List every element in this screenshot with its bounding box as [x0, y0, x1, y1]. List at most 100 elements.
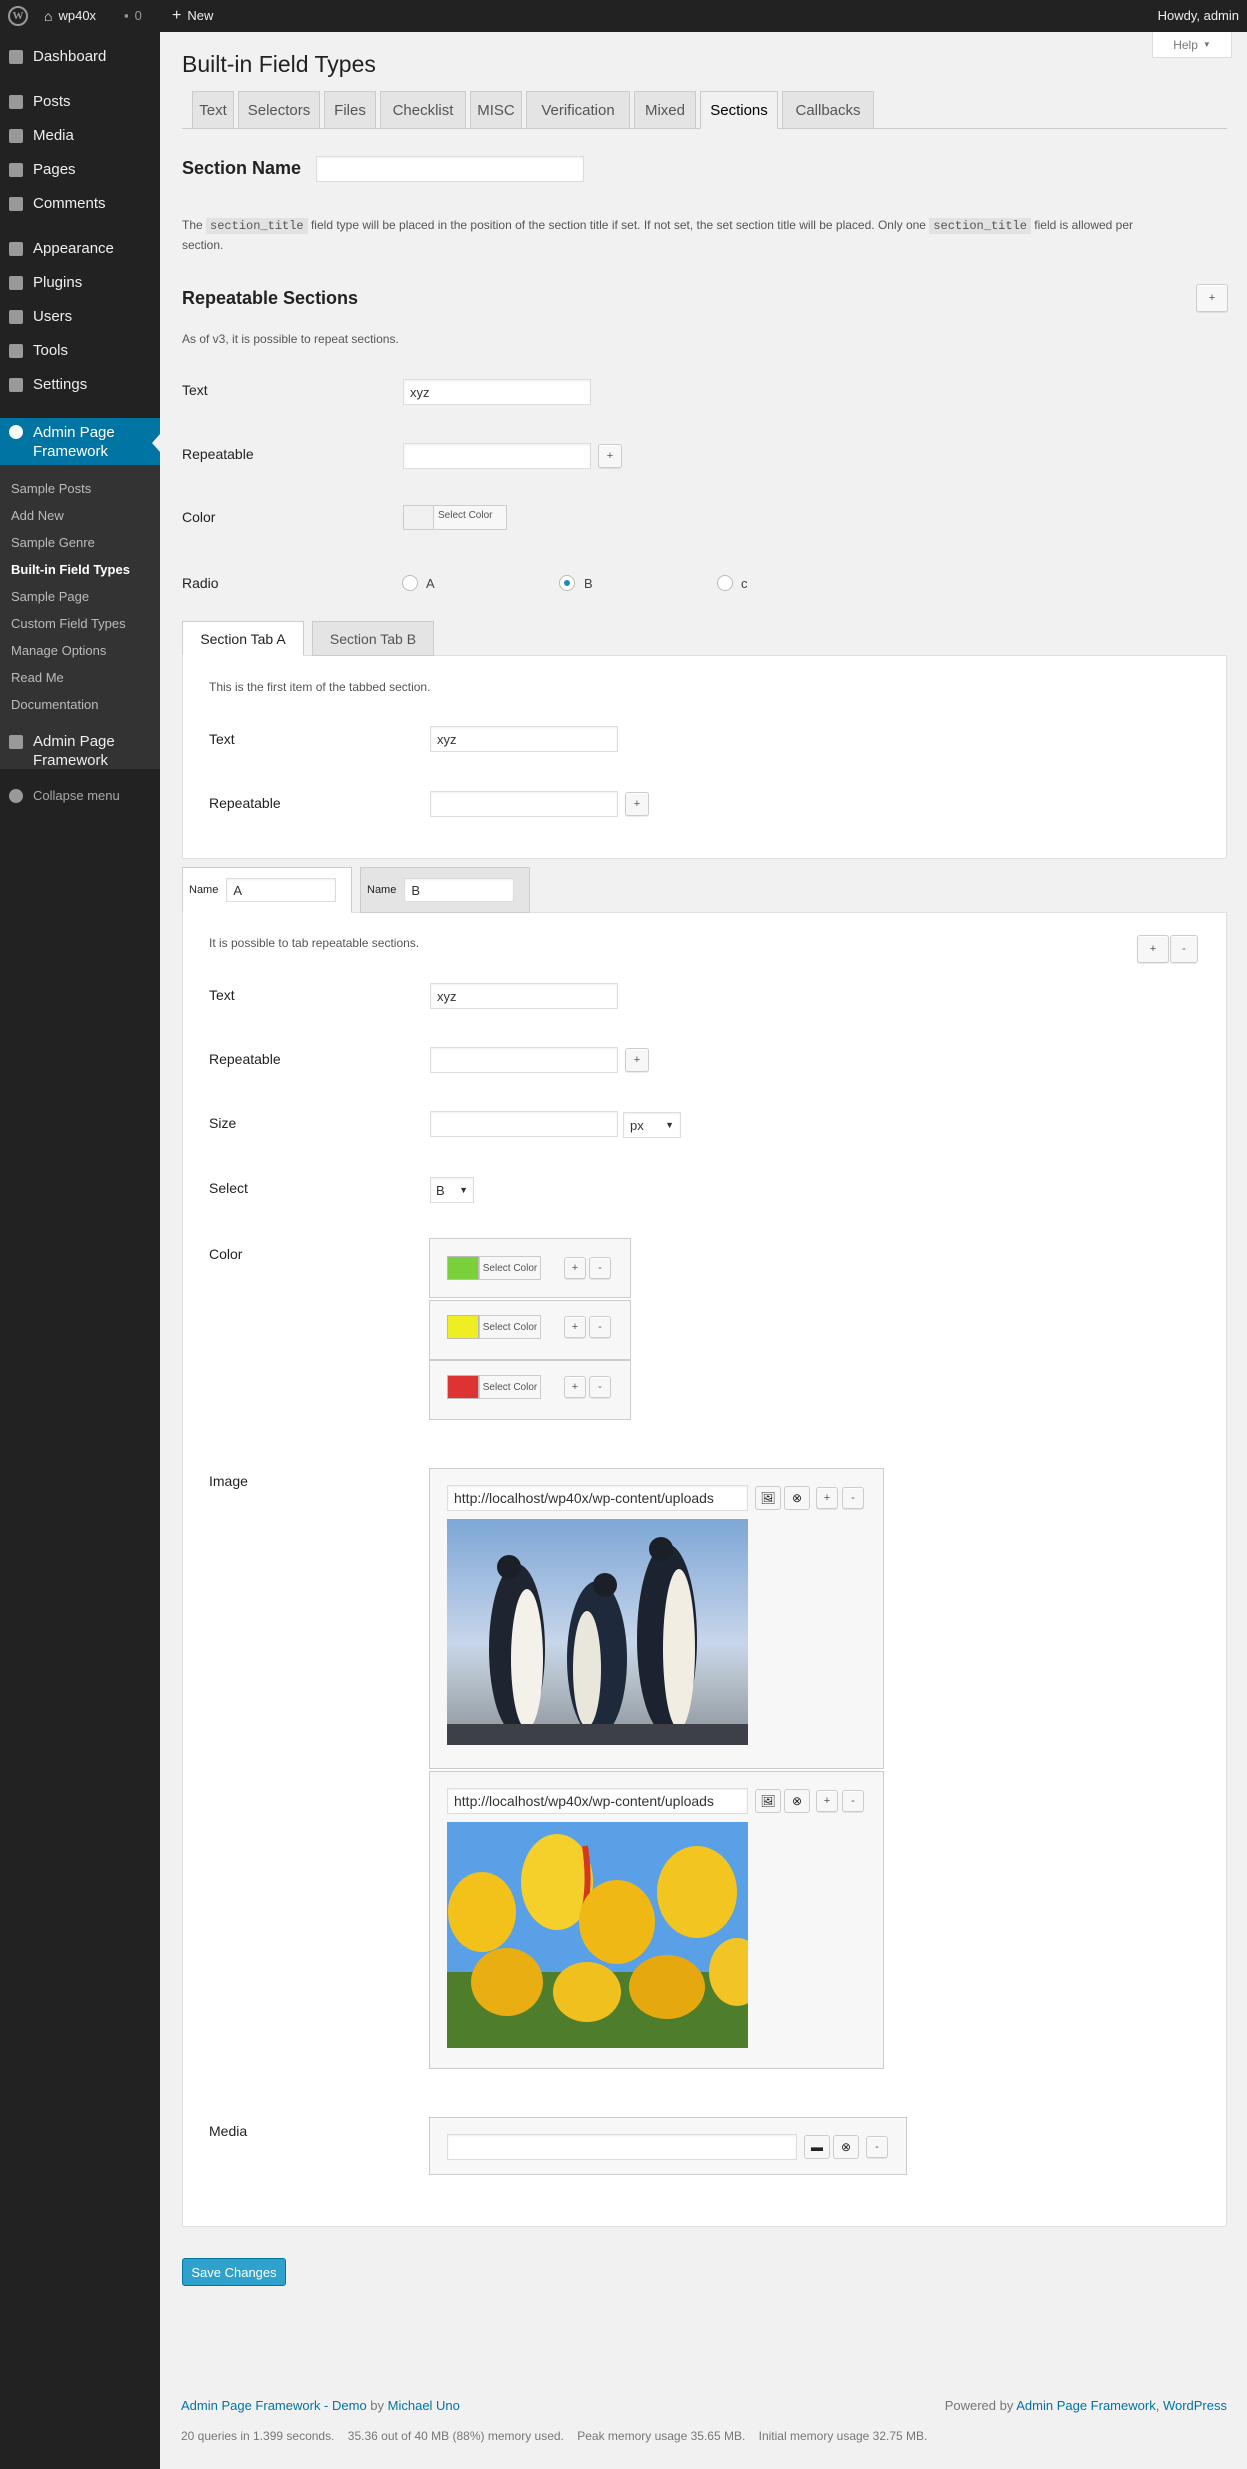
- add-section-button[interactable]: +: [1137, 935, 1169, 963]
- select-dropdown[interactable]: B ▼: [430, 1177, 474, 1203]
- size-unit-select[interactable]: px ▼: [623, 1112, 681, 1138]
- add-color-button[interactable]: +: [564, 1316, 586, 1338]
- remove-media-icon[interactable]: ⊗: [833, 2135, 859, 2159]
- select-color-button[interactable]: Select Color: [479, 1375, 541, 1399]
- submenu-item[interactable]: Sample Genre: [11, 535, 95, 550]
- text-input[interactable]: xyz: [430, 726, 618, 752]
- framework-link[interactable]: Admin Page Framework: [1016, 2398, 1155, 2413]
- comments-link[interactable]: ▪ 0: [124, 0, 142, 32]
- remove-image-button[interactable]: -: [842, 1487, 864, 1509]
- submenu-item[interactable]: Custom Field Types: [11, 616, 126, 631]
- submenu-item[interactable]: Sample Page: [11, 589, 89, 604]
- submenu-item-current[interactable]: Built-in Field Types: [11, 562, 130, 577]
- sidebar-item-posts[interactable]: Posts: [0, 93, 160, 110]
- color-swatch[interactable]: [447, 1315, 479, 1339]
- text-input[interactable]: xyz: [430, 983, 618, 1009]
- image-picker-icon[interactable]: 🖼: [755, 1789, 781, 1813]
- image-picker-icon[interactable]: 🖼: [755, 1486, 781, 1510]
- sidebar-item-plugins[interactable]: Plugins: [0, 274, 160, 291]
- add-section-button[interactable]: +: [1196, 284, 1228, 312]
- remove-color-button[interactable]: -: [589, 1257, 611, 1279]
- tab-misc[interactable]: MISC: [470, 91, 522, 129]
- color-picker-row: Select Color + -: [429, 1300, 631, 1360]
- tab-mixed[interactable]: Mixed: [634, 91, 696, 129]
- tab-sections[interactable]: Sections: [700, 91, 778, 129]
- section-name-input[interactable]: B: [404, 878, 515, 902]
- remove-section-button[interactable]: -: [1170, 935, 1198, 963]
- sidebar-item-media[interactable]: Media: [0, 127, 160, 144]
- remove-color-button[interactable]: -: [589, 1376, 611, 1398]
- media-url-input[interactable]: [447, 2134, 797, 2160]
- select-color-button[interactable]: Select Color: [479, 1256, 541, 1280]
- add-color-button[interactable]: +: [564, 1257, 586, 1279]
- remove-media-button[interactable]: -: [866, 2136, 888, 2158]
- folder-open-icon[interactable]: ▬: [804, 2135, 830, 2159]
- remove-color-button[interactable]: -: [589, 1316, 611, 1338]
- radio-c-label: c: [741, 576, 748, 591]
- add-image-button[interactable]: +: [816, 1790, 838, 1812]
- author-link[interactable]: Michael Uno: [388, 2398, 460, 2413]
- color-picker[interactable]: Select Color: [403, 505, 507, 530]
- save-changes-button[interactable]: Save Changes: [182, 2258, 286, 2286]
- section-tab-a[interactable]: Section Tab A: [182, 621, 304, 656]
- add-field-button[interactable]: +: [625, 792, 649, 816]
- footer-stats: 20 queries in 1.399 seconds. 35.36 out o…: [181, 2429, 928, 2443]
- submenu-item[interactable]: Documentation: [11, 697, 98, 712]
- add-color-button[interactable]: +: [564, 1376, 586, 1398]
- text-input[interactable]: xyz: [403, 379, 591, 405]
- new-content-link[interactable]: + New: [172, 0, 213, 32]
- image-url-input[interactable]: http://localhost/wp40x/wp-content/upload…: [447, 1485, 748, 1511]
- section-tab-b[interactable]: Section Tab B: [312, 621, 434, 656]
- sidebar-item-users[interactable]: Users: [0, 308, 160, 325]
- radio-c[interactable]: [717, 575, 733, 591]
- add-image-button[interactable]: +: [816, 1487, 838, 1509]
- sidebar-item-admin-page-framework-2[interactable]: Admin Page Framework: [0, 732, 160, 772]
- sidebar-item-admin-page-framework[interactable]: Admin Page Framework: [0, 418, 160, 465]
- repeat-tab-a[interactable]: Name A: [182, 867, 352, 913]
- repeat-tab-b[interactable]: Name B: [360, 867, 530, 913]
- remove-image-icon[interactable]: ⊗: [784, 1486, 810, 1510]
- image-url-input[interactable]: http://localhost/wp40x/wp-content/upload…: [447, 1788, 748, 1814]
- sidebar-item-comments[interactable]: Comments: [0, 195, 160, 212]
- sidebar-item-appearance[interactable]: Appearance: [0, 240, 160, 257]
- site-name-link[interactable]: ⌂ wp40x: [44, 0, 96, 32]
- collapse-menu-button[interactable]: Collapse menu: [0, 788, 160, 803]
- howdy-account-link[interactable]: Howdy, admin: [1158, 0, 1239, 32]
- add-field-button[interactable]: +: [598, 444, 622, 468]
- sidebar-item-dashboard[interactable]: Dashboard: [0, 48, 160, 65]
- tab-files[interactable]: Files: [324, 91, 376, 129]
- section-name-input[interactable]: A: [226, 878, 337, 902]
- tab-selectors[interactable]: Selectors: [238, 91, 320, 129]
- section-name-input[interactable]: [316, 156, 584, 182]
- radio-b[interactable]: [559, 575, 575, 591]
- wordpress-link[interactable]: WordPress: [1163, 2398, 1227, 2413]
- color-swatch[interactable]: [447, 1375, 479, 1399]
- tab-checklist[interactable]: Checklist: [380, 91, 466, 129]
- demo-link[interactable]: Admin Page Framework - Demo: [181, 2398, 367, 2413]
- tab-text[interactable]: Text: [192, 91, 234, 129]
- add-field-button[interactable]: +: [625, 1048, 649, 1072]
- sidebar-item-pages[interactable]: Pages: [0, 161, 160, 178]
- repeatable-input[interactable]: [430, 791, 618, 817]
- menu-label-line1: Admin Page: [33, 423, 115, 441]
- repeatable-input[interactable]: [403, 443, 591, 469]
- tab-verification[interactable]: Verification: [526, 91, 630, 129]
- submenu-item[interactable]: Read Me: [11, 670, 64, 685]
- help-button[interactable]: Help ▼: [1152, 32, 1232, 58]
- sidebar-item-settings[interactable]: Settings: [0, 376, 160, 393]
- select-color-button[interactable]: Select Color: [479, 1315, 541, 1339]
- submenu-item[interactable]: Add New: [11, 508, 64, 523]
- tab-callbacks[interactable]: Callbacks: [782, 91, 874, 129]
- dropdown-arrow-icon: ▼: [665, 1120, 674, 1130]
- radio-a[interactable]: [402, 575, 418, 591]
- submenu-item[interactable]: Manage Options: [11, 643, 106, 658]
- remove-image-icon[interactable]: ⊗: [784, 1789, 810, 1813]
- submenu-item[interactable]: Sample Posts: [11, 481, 91, 496]
- repeatable-input[interactable]: [430, 1047, 618, 1073]
- color-swatch[interactable]: [447, 1256, 479, 1280]
- sidebar-item-tools[interactable]: Tools: [0, 342, 160, 359]
- remove-image-button[interactable]: -: [842, 1790, 864, 1812]
- size-input[interactable]: [430, 1111, 618, 1137]
- repeatable-description: As of v3, it is possible to repeat secti…: [182, 332, 399, 346]
- wordpress-logo-icon[interactable]: W: [8, 0, 28, 32]
